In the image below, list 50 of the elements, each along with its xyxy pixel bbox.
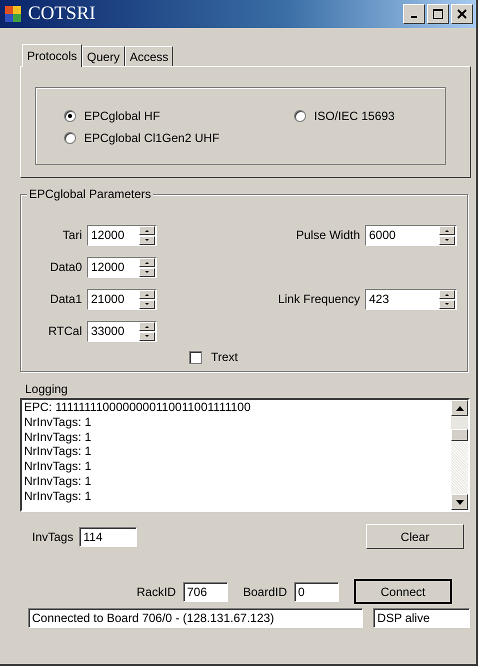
log-line: NrInvTags: 1 <box>24 444 92 460</box>
spinner-field[interactable]: 423 <box>365 288 457 310</box>
radio-button[interactable]: ISO/IEC 15693 <box>294 105 445 127</box>
minimize-icon <box>411 16 417 18</box>
field-label: Tari <box>62 228 82 242</box>
close-icon <box>457 9 467 19</box>
text-field[interactable]: 0 <box>294 582 339 602</box>
text-field[interactable]: 114 <box>79 526 138 546</box>
spinner-field[interactable]: 21000 <box>87 288 157 310</box>
text-field[interactable]: 706 <box>182 582 228 602</box>
spinner-field[interactable]: 12000 <box>87 224 157 246</box>
maximize-icon <box>433 9 443 19</box>
app-icon <box>4 5 22 23</box>
radio-button[interactable]: EPCglobal HF <box>64 105 294 127</box>
field-label: Data0 <box>50 260 82 274</box>
field-label: BoardID <box>242 584 287 598</box>
spinner-field[interactable]: 6000 <box>365 224 457 246</box>
field-label: RackID <box>136 584 176 598</box>
tab[interactable]: Access <box>124 46 174 66</box>
spinner-field[interactable]: 33000 <box>87 320 157 342</box>
log-line: NrInvTags: 1 <box>24 414 92 430</box>
field-label: Link Frequency <box>278 292 360 306</box>
log-line: EPC: 1111111100000000110011001111100 <box>24 400 252 415</box>
log-line: NrInvTags: 1 <box>24 474 92 489</box>
scroll-down-icon <box>456 500 464 504</box>
spinner-field[interactable]: 12000 <box>87 256 157 278</box>
clear-button[interactable]: Clear <box>366 524 464 549</box>
connect-button[interactable]: Connect <box>354 579 452 604</box>
maximize-button[interactable] <box>427 4 449 24</box>
close-button[interactable] <box>451 4 473 24</box>
log-line: NrInvTags: 1 <box>24 488 92 504</box>
status-field: Connected to Board 706/0 - (128.131.67.123) <box>28 608 364 628</box>
group-title: EPCglobal Parameters <box>27 187 154 201</box>
status-field: DSP alive <box>373 608 470 628</box>
scrollbar[interactable] <box>451 400 468 510</box>
field-label: Data1 <box>50 292 82 306</box>
log-line: NrInvTags: 1 <box>24 459 92 474</box>
scroll-up-icon <box>456 406 464 410</box>
field-label: Pulse Width <box>296 228 360 242</box>
tab[interactable]: Query <box>82 46 125 66</box>
log-line: NrInvTags: 1 <box>24 430 92 444</box>
minimize-button[interactable] <box>403 4 425 24</box>
section-label: Logging <box>25 382 69 398</box>
field-label: RTCal <box>48 324 82 338</box>
radio-button[interactable]: EPCglobal Cl1Gen2 UHF <box>64 127 294 149</box>
field-label: InvTags <box>32 530 74 544</box>
tab[interactable]: Protocols <box>22 44 82 67</box>
scrollbar-thumb[interactable] <box>451 429 468 441</box>
window-title: COTSRI <box>28 3 96 25</box>
checkbox[interactable]: Trext <box>189 347 457 367</box>
